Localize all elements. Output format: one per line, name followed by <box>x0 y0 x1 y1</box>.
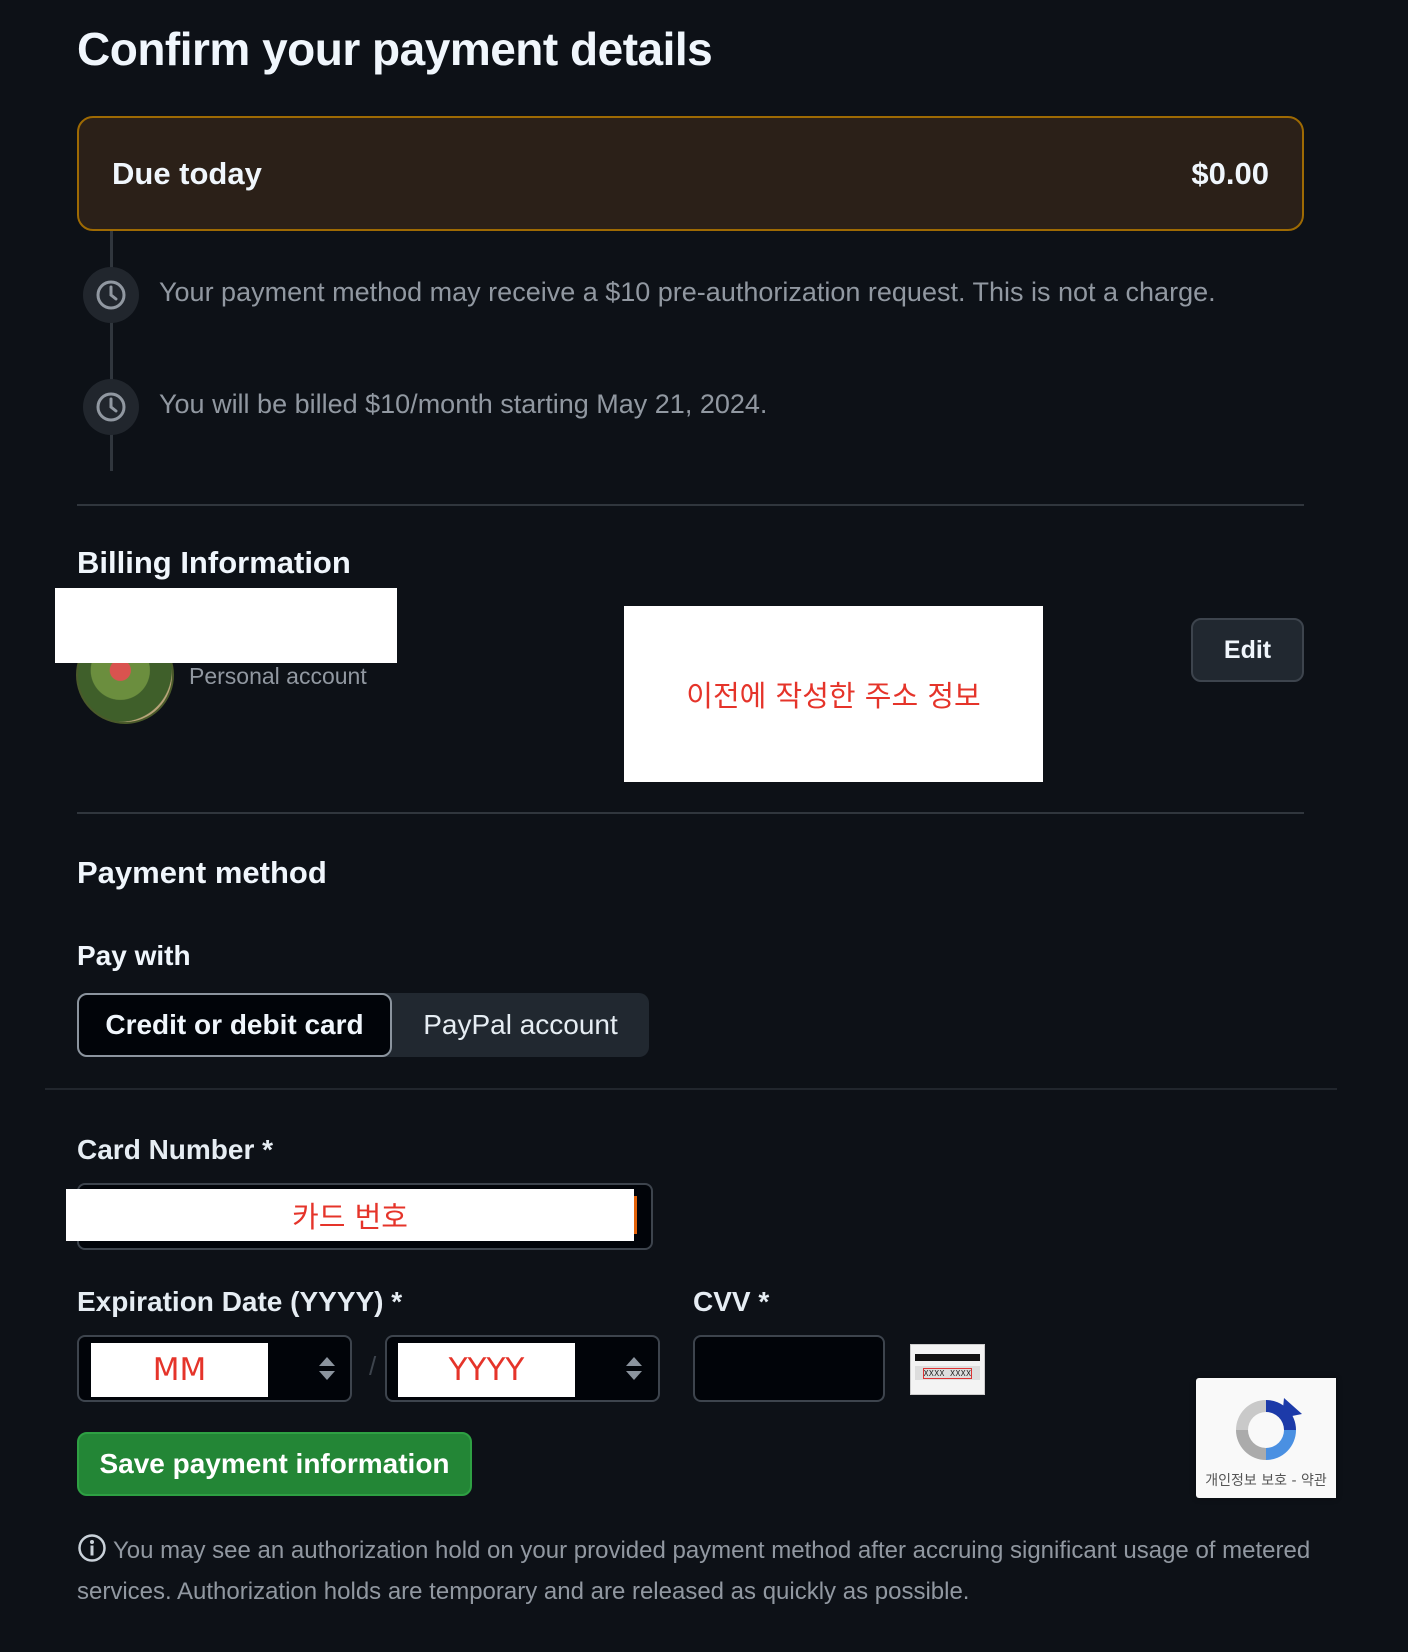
redacted-address: 이전에 작성한 주소 정보 <box>624 606 1043 782</box>
redacted-card-number: 카드 번호 <box>66 1189 634 1241</box>
page-title: Confirm your payment details <box>77 23 713 75</box>
edit-billing-button[interactable]: Edit <box>1191 618 1304 682</box>
billing-heading: Billing Information <box>77 545 351 580</box>
cvv-card-text: XXXX XXXX <box>922 1367 973 1379</box>
pay-with-label: Pay with <box>77 940 191 971</box>
billing-schedule-notice: You will be billed $10/month starting Ma… <box>159 389 768 419</box>
cvv-input[interactable] <box>693 1335 885 1402</box>
payment-heading: Payment method <box>77 855 327 890</box>
due-today-box: Due today $0.00 <box>77 116 1304 231</box>
year-stepper-icon <box>624 1357 644 1380</box>
date-separator: / <box>369 1351 377 1381</box>
cvv-card-icon: XXXX XXXX <box>910 1344 985 1395</box>
clock-icon <box>83 267 139 323</box>
save-payment-button[interactable]: Save payment information <box>77 1432 472 1496</box>
clock-icon <box>83 379 139 435</box>
due-today-amount: $0.00 <box>1191 155 1269 191</box>
account-type: Personal account <box>189 663 367 689</box>
redacted-account-name <box>55 588 397 663</box>
text-cursor <box>634 1196 637 1234</box>
authorization-hold-note: You may see an authorization hold on you… <box>77 1533 1337 1610</box>
info-icon <box>77 1533 107 1574</box>
divider <box>45 1088 1337 1090</box>
month-overlay-text: MM <box>152 1352 207 1388</box>
divider <box>77 504 1304 506</box>
authorization-hold-text: You may see an authorization hold on you… <box>77 1537 1311 1605</box>
month-stepper-icon <box>317 1357 337 1380</box>
due-today-label: Due today <box>112 155 262 191</box>
divider <box>77 812 1304 814</box>
cvv-label: CVV * <box>693 1286 770 1317</box>
recaptcha-links[interactable]: 개인정보 보호 - 약관 <box>1196 1470 1336 1490</box>
redacted-year: YYYY <box>398 1343 575 1397</box>
card-number-overlay-text: 카드 번호 <box>292 1200 408 1234</box>
preauth-notice: Your payment method may receive a $10 pr… <box>159 277 1216 307</box>
address-overlay-text: 이전에 작성한 주소 정보 <box>686 679 981 713</box>
tab-paypal[interactable]: PayPal account <box>392 993 649 1057</box>
redacted-month: MM <box>91 1343 268 1397</box>
tab-credit-card[interactable]: Credit or debit card <box>77 993 392 1057</box>
card-number-label: Card Number * <box>77 1134 274 1165</box>
recaptcha-icon <box>1228 1392 1304 1473</box>
year-overlay-text: YYYY <box>448 1352 525 1388</box>
recaptcha-badge[interactable]: 개인정보 보호 - 약관 <box>1196 1378 1336 1498</box>
expiration-label: Expiration Date (YYYY) * <box>77 1286 403 1317</box>
